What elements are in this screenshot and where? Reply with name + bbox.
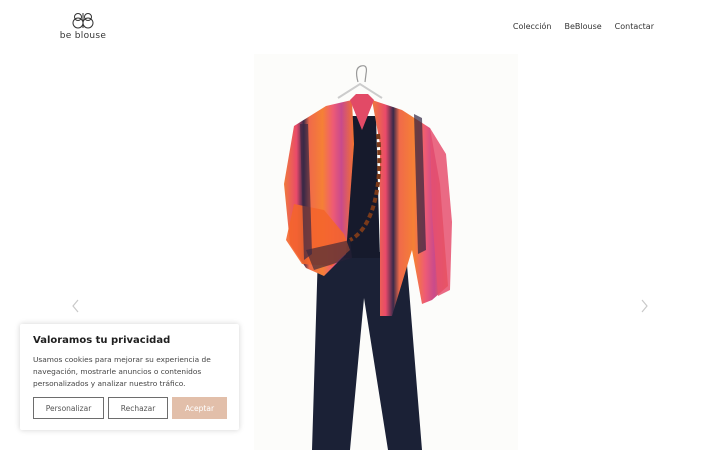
slider-next-arrow[interactable]	[638, 296, 650, 316]
slider-prev-arrow[interactable]	[70, 296, 82, 316]
nav-contactar[interactable]: Contactar	[615, 22, 654, 31]
accept-button[interactable]: Aceptar	[172, 397, 227, 419]
nav-coleccion[interactable]: Colección	[513, 22, 552, 31]
main-nav: Colección BeBlouse Contactar	[513, 22, 654, 31]
cookie-title: Valoramos tu privacidad	[33, 335, 171, 346]
hero-image	[254, 54, 518, 450]
cookie-consent-banner: Valoramos tu privacidad Usamos cookies p…	[20, 324, 239, 430]
nav-beblouse[interactable]: BeBlouse	[564, 22, 601, 31]
logo-text: be blouse	[59, 31, 107, 41]
outfit-photo	[284, 65, 452, 450]
pants	[312, 252, 422, 450]
cookie-description: Usamos cookies para mejorar su experienc…	[33, 355, 211, 388]
site-logo[interactable]: be blouse	[58, 12, 108, 44]
reject-button[interactable]: Rechazar	[108, 397, 168, 419]
customize-button[interactable]: Personalizar	[33, 397, 104, 419]
site-header: be blouse Colección BeBlouse Contactar	[0, 0, 720, 56]
hanger-hook-icon	[355, 65, 368, 83]
bb-monogram-icon	[72, 13, 94, 29]
chevron-right-icon	[641, 299, 648, 313]
chevron-left-icon	[72, 299, 79, 313]
